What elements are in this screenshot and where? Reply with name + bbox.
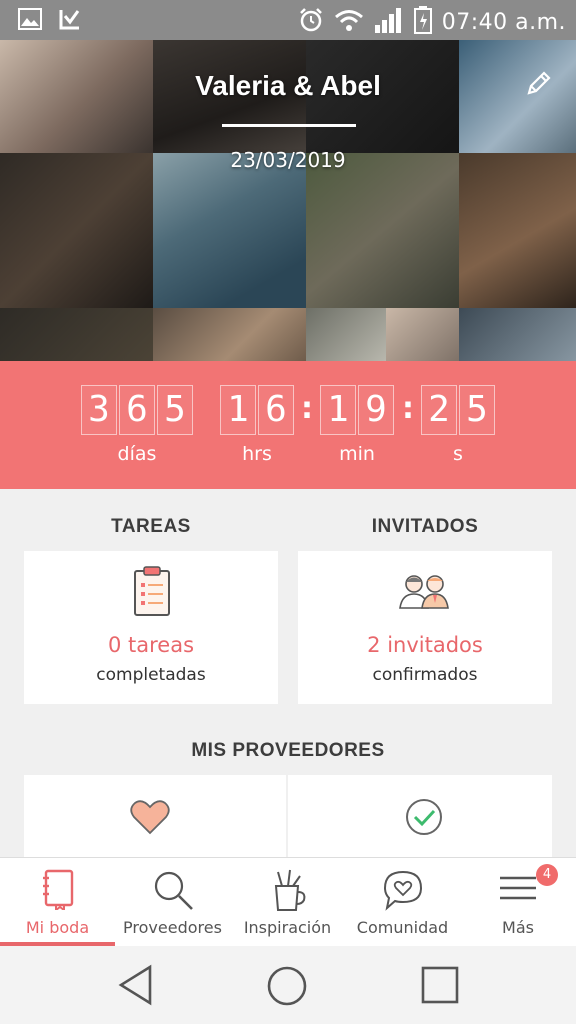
bottom-navigation: Mi boda Proveedores Inspiración Comunida… — [0, 857, 576, 946]
nav-inspiracion[interactable]: Inspiración — [230, 858, 345, 947]
minutes-label: min — [339, 443, 375, 465]
heart-icon — [130, 799, 170, 839]
countdown-separator: : — [301, 391, 313, 426]
wedding-countdown: 3 6 5 1 6 : 1 9 : 2 5 días hrs min s — [0, 361, 576, 489]
guests-card[interactable]: 2 invitados confirmados — [298, 551, 552, 704]
countdown-digit: 6 — [258, 385, 294, 435]
photo-tile — [459, 308, 576, 361]
nav-label: Proveedores — [123, 918, 222, 937]
countdown-digit: 6 — [119, 385, 155, 435]
guests-count: 2 invitados — [367, 633, 483, 657]
photo-tile — [386, 308, 459, 361]
notebook-icon — [40, 868, 76, 912]
photo-tile — [306, 153, 459, 308]
photo-tile — [0, 153, 153, 308]
pencil-cup-icon — [268, 868, 308, 912]
couple-names: Valeria & Abel — [195, 70, 381, 101]
alarm-icon — [298, 7, 324, 37]
nav-label: Inspiración — [243, 918, 332, 937]
photo-tile — [306, 308, 386, 361]
nav-mas[interactable]: 4 Más — [460, 858, 576, 947]
tasks-card[interactable]: 0 tareas completadas — [24, 551, 278, 704]
wifi-icon — [334, 8, 364, 36]
countdown-digit: 1 — [220, 385, 256, 435]
chat-heart-icon — [381, 868, 425, 912]
countdown-digit: 2 — [421, 385, 457, 435]
wedding-date: 23/03/2019 — [230, 148, 346, 172]
countdown-digit: 5 — [459, 385, 495, 435]
countdown-digit: 3 — [81, 385, 117, 435]
edit-pencil-icon[interactable] — [524, 68, 554, 98]
home-circle-icon[interactable] — [266, 965, 308, 1011]
app-notification-icon — [58, 8, 82, 34]
check-circle-icon — [404, 797, 444, 841]
hours-label: hrs — [242, 443, 272, 465]
favorite-vendors-card[interactable] — [24, 775, 286, 865]
hired-vendors-card[interactable] — [288, 775, 552, 865]
guests-status: confirmados — [372, 665, 478, 685]
tasks-count: 0 tareas — [107, 633, 195, 657]
photo-tile — [0, 308, 153, 361]
nav-label: Más — [502, 918, 534, 937]
countdown-digit: 5 — [157, 385, 193, 435]
clock-time: 07:40 a.m. — [441, 9, 566, 35]
nav-label: Comunidad — [356, 918, 449, 937]
system-navigation-bar — [0, 946, 576, 1024]
nav-label: Mi boda — [25, 918, 90, 937]
countdown-digit: 9 — [358, 385, 394, 435]
status-bar: 07:40 a.m. — [0, 0, 576, 40]
photo-tile — [459, 153, 576, 308]
magnifier-icon — [151, 868, 195, 912]
title-divider — [222, 124, 356, 127]
recents-square-icon[interactable] — [420, 965, 460, 1009]
photo-tile — [153, 308, 306, 361]
battery-icon — [413, 6, 432, 38]
tasks-section-title: TAREAS — [111, 516, 191, 537]
tasks-status: completadas — [96, 665, 206, 685]
countdown-separator: : — [402, 391, 414, 426]
signal-icon — [374, 7, 404, 37]
image-icon — [18, 8, 42, 34]
couple-photo-collage[interactable]: Valeria & Abel 23/03/2019 — [0, 40, 576, 361]
guests-section-title: INVITADOS — [371, 516, 479, 537]
vendors-section-title: MIS PROVEEDORES — [191, 740, 385, 761]
couple-guests-icon — [398, 573, 452, 613]
seconds-label: s — [453, 443, 463, 465]
nav-comunidad[interactable]: Comunidad — [345, 858, 460, 947]
clipboard-checklist-icon — [132, 565, 172, 621]
back-triangle-icon[interactable] — [116, 964, 156, 1010]
photo-tile — [153, 153, 306, 308]
nav-mi-boda[interactable]: Mi boda — [0, 858, 115, 947]
days-label: días — [117, 443, 157, 465]
countdown-digit: 1 — [320, 385, 356, 435]
menu-icon — [498, 868, 538, 912]
nav-proveedores[interactable]: Proveedores — [115, 858, 230, 947]
notification-badge: 4 — [536, 864, 558, 886]
